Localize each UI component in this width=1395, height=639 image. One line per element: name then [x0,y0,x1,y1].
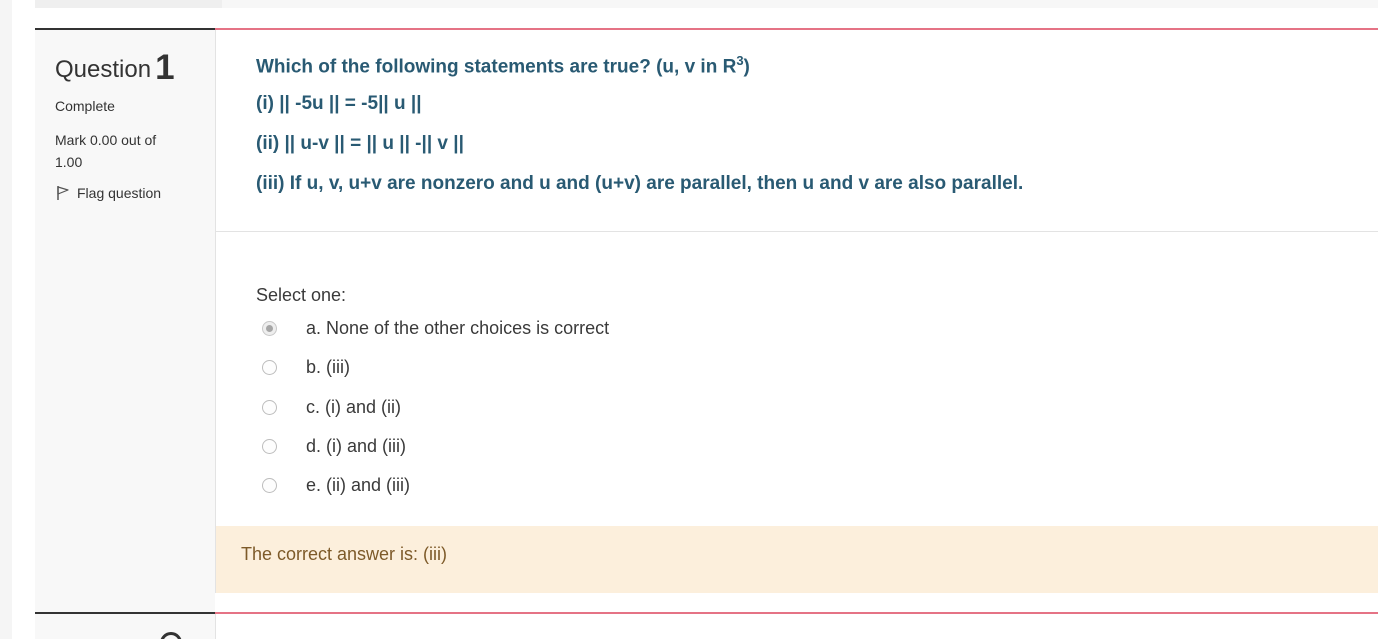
question-text-line-1: Which of the following statements are tr… [256,53,750,78]
radio-icon[interactable] [262,478,277,493]
radio-icon[interactable] [262,439,277,454]
question-state: Complete [55,98,115,114]
radio-icon[interactable] [262,360,277,375]
question-text-main: Which of the following statements are tr… [256,56,737,78]
page-left-margin [0,0,12,639]
radio-icon[interactable] [262,321,277,336]
question-number: Question 1 [55,48,175,88]
option-b-label[interactable]: b. (iii) [306,357,350,378]
correct-answer-text: The correct answer is: (iii) [241,544,448,564]
statement-ii: (ii) || u-v || = || u || -|| v || [256,133,464,154]
quiz-review-page: Question 1 Complete Mark 0.00 out of 1.00… [0,0,1395,639]
question-label: Question [55,56,152,83]
question-text-superscript: 3 [736,53,744,68]
select-one-prompt: Select one: [256,285,347,305]
option-e-label[interactable]: e. (ii) and (iii) [306,475,410,496]
previous-question-content [222,0,1378,8]
option-a[interactable]: a. None of the other choices is correct [262,318,609,339]
question-number-value: 1 [155,48,175,87]
next-question-content-divider [215,612,1378,614]
next-question-info [35,614,215,639]
flag-icon [57,186,69,200]
option-d-label[interactable]: d. (i) and (iii) [306,436,406,457]
next-question-content-edge [215,614,216,639]
statement-i: (i) || -5u || = -5|| u || [256,93,422,114]
flag-question-label: Flag question [77,185,162,201]
option-c-label[interactable]: c. (i) and (ii) [306,397,401,418]
flag-question-button[interactable]: Flag question [55,185,161,201]
question-text-end: ) [743,56,750,78]
option-c[interactable]: c. (i) and (ii) [262,397,401,418]
option-b[interactable]: b. (iii) [262,357,350,378]
question-info-panel [35,30,215,613]
statement-iii: (iii) If u, v, u+v are nonzero and u and… [256,173,1024,194]
previous-question-info [35,0,222,8]
option-a-label[interactable]: a. None of the other choices is correct [306,318,609,339]
question-grade: Mark 0.00 out of 1.00 [55,132,157,170]
option-e[interactable]: e. (ii) and (iii) [262,475,410,496]
option-d[interactable]: d. (i) and (iii) [262,436,406,457]
radio-icon[interactable] [262,400,277,415]
